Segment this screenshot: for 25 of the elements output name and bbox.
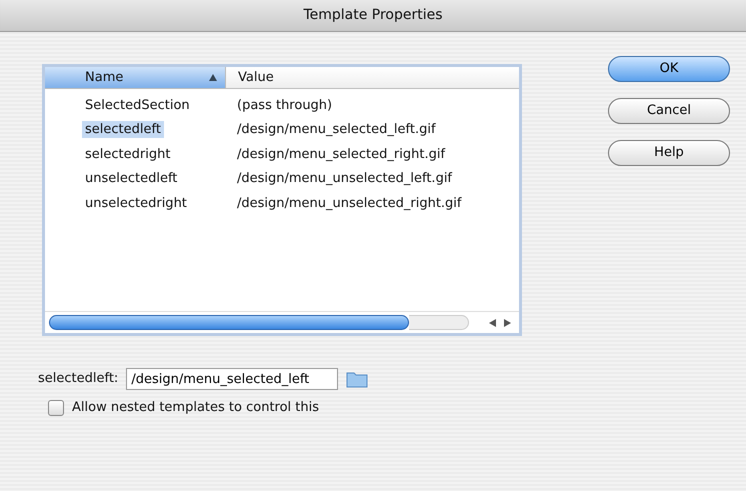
name-cell[interactable]: unselectedright: [82, 194, 190, 212]
dialog-button[interactable]: Help: [608, 140, 730, 166]
dialog-button[interactable]: Cancel: [608, 98, 730, 124]
value-cell-text: /design/menu_unselected_right.gif: [236, 194, 462, 212]
name-cell[interactable]: selectedleft: [82, 121, 164, 138]
column-header[interactable]: Name: [45, 67, 225, 88]
scroll-left-icon[interactable]: [489, 318, 496, 326]
name-cell[interactable]: selectedright: [82, 146, 174, 162]
name-cell[interactable]: unselectedleft: [82, 170, 180, 187]
sort-arrow-icon: [209, 74, 217, 81]
column-header[interactable]: Value: [225, 67, 519, 88]
checkbox[interactable]: [48, 400, 64, 416]
name-cell[interactable]: SelectedSection: [82, 96, 193, 114]
scrollbar-thumb[interactable]: [49, 315, 409, 330]
checkbox-label: Allow nested templates to control this: [72, 399, 320, 417]
value-field[interactable]: /design/menu_selected_left: [126, 368, 338, 390]
value-cell-text: /design/menu_selected_left.gif: [236, 121, 436, 139]
dialog-button[interactable]: OK: [608, 56, 730, 82]
field-label: selectedleft:: [38, 370, 118, 388]
folder-icon[interactable]: [346, 370, 368, 388]
value-cell-text: (pass through): [236, 96, 332, 114]
scroll-right-icon[interactable]: [504, 318, 511, 326]
value-cell-text: /design/menu_unselected_left.gif: [236, 170, 452, 188]
window-title: Template Properties: [303, 6, 443, 25]
value-cell-text: /design/menu_selected_right.gif: [236, 146, 446, 164]
